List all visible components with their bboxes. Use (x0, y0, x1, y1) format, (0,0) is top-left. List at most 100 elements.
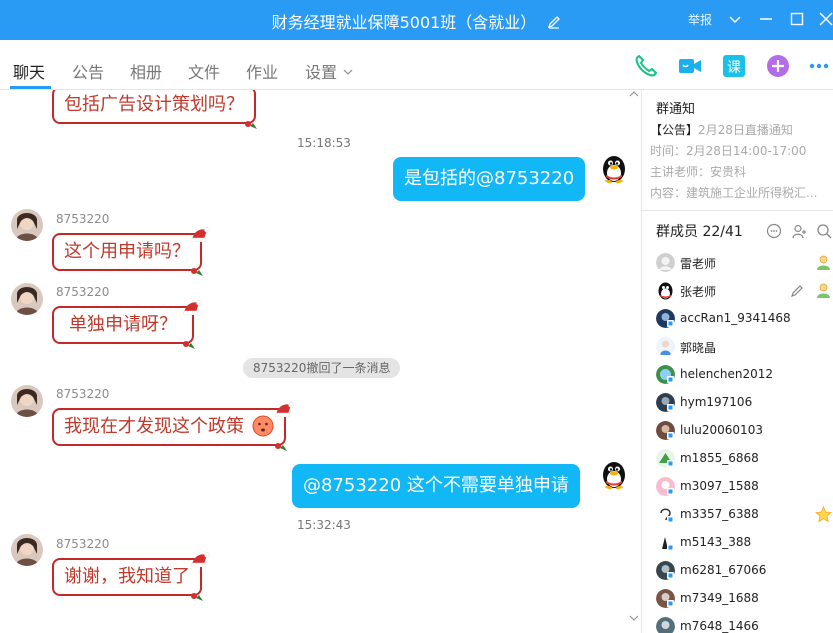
member-avatar (656, 533, 675, 552)
phone-icon[interactable] (633, 53, 659, 79)
member-row[interactable]: m7648_1466 (642, 613, 833, 633)
active-tab-indicator (10, 86, 51, 89)
member-row[interactable]: m5143_388 (642, 529, 833, 557)
member-row[interactable]: 张老师 (642, 277, 833, 305)
qq-group-chat-window: 财务经理就业保障5001班（含就业） 举报 聊天 公告 相册 文件 作业 设置 (0, 0, 833, 633)
notice-headline-row[interactable]: 【公告】2月28日直播通知 (650, 121, 793, 138)
member-name: accRan1_9341468 (680, 311, 791, 325)
member-avatar (658, 282, 673, 300)
member-avatar (656, 393, 675, 412)
report-link[interactable]: 举报 (688, 11, 712, 28)
edit-icon[interactable] (790, 283, 805, 298)
edit-title-icon[interactable] (547, 14, 561, 33)
message-text: 是包括的@8753220 (404, 168, 575, 189)
member-name: m7648_1466 (680, 619, 759, 633)
member-row[interactable]: m1855_6868 (642, 445, 833, 473)
tab-chat[interactable]: 聊天 (13, 59, 45, 83)
holly-icon (245, 121, 257, 129)
notice-tag: 【公告】 (650, 123, 699, 137)
settings-chevron-icon[interactable] (342, 63, 354, 82)
scroll-down-icon[interactable] (629, 614, 639, 625)
member-chat-icon[interactable] (766, 223, 782, 239)
recall-notice: 8753220撤回了一条消息 (243, 358, 401, 378)
member-avatar (656, 365, 675, 384)
member-row[interactable]: m3097_1588 (642, 473, 833, 501)
member-avatar (656, 337, 675, 356)
video-icon[interactable] (677, 53, 703, 79)
avatar[interactable] (11, 283, 43, 315)
incoming-bubble[interactable]: 这个用申请吗？ (52, 227, 210, 276)
member-avatar (656, 561, 675, 580)
incoming-bubble[interactable]: 单独申请呀？ (52, 300, 202, 349)
member-avatar (656, 421, 675, 440)
member-name: m6281_67066 (680, 563, 767, 577)
members-title: 群成员 22/41 (656, 224, 743, 240)
sender-name: 8753220 (56, 537, 110, 551)
outgoing-bubble[interactable]: 是包括的@8753220 (393, 157, 586, 201)
member-name: helenchen2012 (680, 367, 774, 381)
avatar[interactable] (11, 534, 43, 566)
scroll-up-icon[interactable] (629, 90, 639, 101)
sender-name: 8753220 (56, 387, 110, 401)
notice-content: 内容：建筑施工企业所得税汇... (650, 186, 818, 200)
message-text: 单独申请呀？ (69, 314, 177, 335)
member-name: m7349_1688 (680, 591, 759, 605)
minimize-button[interactable] (756, 9, 776, 29)
maximize-button[interactable] (787, 9, 807, 29)
teacher-role-icon (817, 283, 830, 298)
notice-headline: 2月28日直播通知 (698, 123, 793, 137)
member-name: m5143_388 (680, 535, 752, 549)
member-name: 张老师 (680, 285, 717, 299)
member-row[interactable]: accRan1_9341468 (642, 305, 833, 333)
member-avatar (656, 449, 675, 468)
avatar[interactable] (598, 152, 630, 184)
sender-name: 8753220 (56, 285, 110, 299)
incoming-bubble[interactable]: 谢谢，我知道了 (52, 552, 210, 601)
member-row[interactable]: m3357_6388 (642, 501, 833, 529)
member-avatar (656, 309, 675, 328)
member-name: m3097_1588 (680, 479, 759, 493)
star-badge-icon (815, 506, 832, 523)
incoming-bubble[interactable]: 包括广告设计策划吗？ (52, 90, 257, 129)
member-name: lulu20060103 (680, 423, 763, 437)
holly-icon (274, 443, 287, 451)
notice-title[interactable]: 群通知 (656, 98, 695, 117)
window-title[interactable]: 财务经理就业保障5001班（含就业） (272, 13, 537, 32)
holly-icon (191, 268, 203, 276)
outgoing-bubble[interactable]: @8753220 这个不需要单独申请 (292, 464, 580, 508)
tab-homework[interactable]: 作业 (246, 59, 278, 83)
incoming-bubble[interactable]: 我现在才发现这个政策 (52, 402, 294, 451)
member-name: m1855_6868 (680, 451, 759, 465)
class-icon[interactable]: 课 (721, 53, 747, 79)
tab-files[interactable]: 文件 (188, 59, 220, 83)
add-icon[interactable] (765, 53, 791, 79)
member-name: 郭晓晶 (680, 341, 717, 355)
tab-settings[interactable]: 设置 (305, 59, 337, 83)
member-row[interactable]: m7349_1688 (642, 585, 833, 613)
tab-album[interactable]: 相册 (130, 59, 162, 83)
member-row[interactable]: helenchen2012 (642, 361, 833, 389)
member-row[interactable]: lulu20060103 (642, 417, 833, 445)
search-icon[interactable] (816, 223, 832, 239)
close-button[interactable] (816, 9, 833, 29)
add-member-icon[interactable] (791, 223, 807, 239)
member-row[interactable]: m6281_67066 (642, 557, 833, 585)
member-row[interactable]: 雷老师 (642, 249, 833, 277)
member-avatar (656, 589, 675, 608)
avatar[interactable] (598, 458, 630, 490)
santa-hat-icon (182, 300, 202, 315)
more-icon[interactable] (806, 53, 832, 79)
member-avatar (656, 253, 675, 272)
avatar[interactable] (11, 385, 43, 417)
holly-icon (183, 341, 195, 349)
chevron-down-icon[interactable] (725, 9, 745, 29)
blush-emoji-icon (252, 415, 274, 437)
chat-history[interactable]: 包括广告设计策划吗？ 15:18:53 是包括的@8753220 8753220… (0, 90, 642, 633)
member-row[interactable]: hym197106 (642, 389, 833, 417)
timestamp: 15:32:43 (297, 518, 351, 532)
teacher-role-icon (817, 255, 830, 270)
avatar[interactable] (11, 209, 43, 241)
member-row[interactable]: 郭晓晶 (642, 333, 833, 361)
tab-announcement[interactable]: 公告 (72, 59, 104, 83)
member-name: hym197106 (680, 395, 753, 409)
